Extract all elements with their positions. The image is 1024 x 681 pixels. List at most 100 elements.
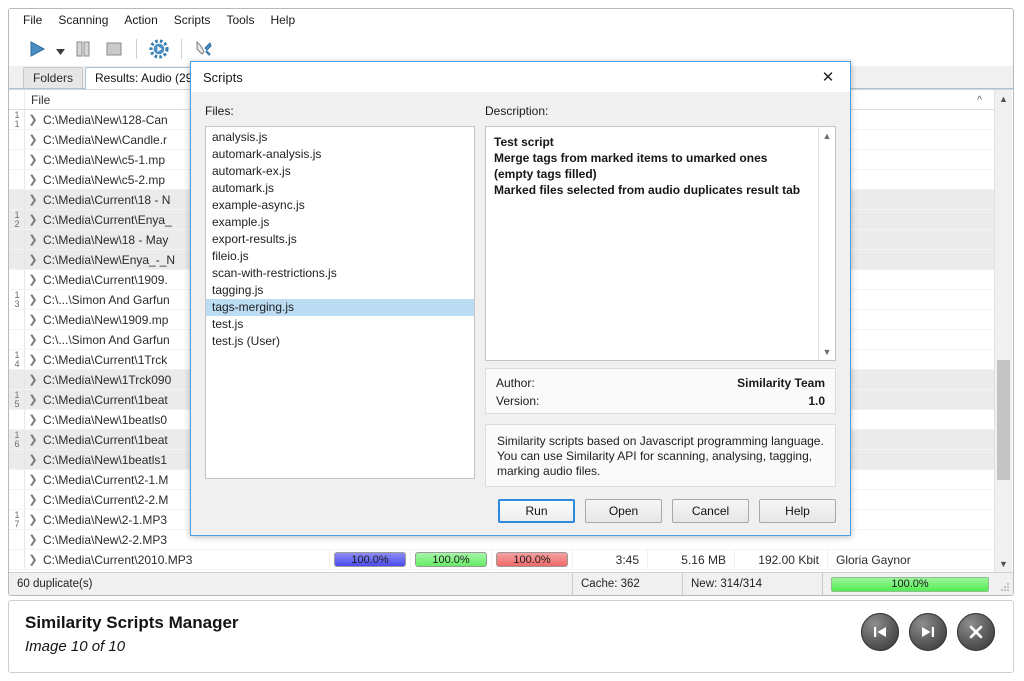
scroll-down-icon[interactable]: ▼ <box>995 555 1012 572</box>
list-item[interactable]: example-async.js <box>206 197 474 214</box>
row-gutter <box>9 170 25 189</box>
expand-row-icon[interactable]: ❯ <box>25 153 41 166</box>
row-gutter <box>9 450 25 469</box>
expand-row-icon[interactable]: ❯ <box>25 433 41 446</box>
expand-row-icon[interactable]: ❯ <box>25 253 41 266</box>
list-item[interactable]: tags-merging.js <box>206 299 474 316</box>
scrollbar-thumb[interactable] <box>997 360 1010 480</box>
dialog-body: Files: analysis.js automark-analysis.js au… <box>191 92 850 535</box>
group-number: 16 <box>14 430 20 449</box>
play-icon <box>30 41 46 57</box>
list-item[interactable]: automark-ex.js <box>206 163 474 180</box>
expand-row-icon[interactable]: ❯ <box>25 373 41 386</box>
help-button[interactable]: Help <box>759 499 836 523</box>
previous-image-button[interactable] <box>861 613 899 651</box>
scroll-up-icon[interactable]: ▲ <box>995 90 1012 107</box>
application-screenshot: File Scanning Action Scripts Tools Help <box>8 8 1014 596</box>
description-box: Test script Merge tags from marked items … <box>485 126 836 361</box>
menu-action[interactable]: Action <box>124 11 168 29</box>
open-button[interactable]: Open <box>585 499 662 523</box>
list-item[interactable]: example.js <box>206 214 474 231</box>
expand-row-icon[interactable]: ❯ <box>25 553 41 566</box>
status-bar: 60 duplicate(s) Cache: 362 New: 314/314 … <box>9 572 1013 595</box>
expand-row-icon[interactable]: ❯ <box>25 513 41 526</box>
expand-row-icon[interactable]: ❯ <box>25 233 41 246</box>
tab-results-audio[interactable]: Results: Audio (29) <box>85 67 207 89</box>
next-image-button[interactable] <box>909 613 947 651</box>
menu-scanning[interactable]: Scanning <box>58 11 119 29</box>
expand-row-icon[interactable]: ❯ <box>25 453 41 466</box>
resize-grip-icon[interactable] <box>997 573 1013 595</box>
play-dropdown-button[interactable] <box>54 36 66 62</box>
author-label: Author: <box>496 376 535 390</box>
list-item[interactable]: analysis.js <box>206 129 474 146</box>
sort-ascending-icon: ^ <box>977 94 982 106</box>
expand-row-icon[interactable]: ❯ <box>25 393 41 406</box>
menu-tools[interactable]: Tools <box>226 11 265 29</box>
table-row[interactable]: ❯ C:\Media\Current\2010.MP3 100.0% 100.0% 10… <box>9 550 994 570</box>
expand-row-icon[interactable]: ❯ <box>25 413 41 426</box>
expand-row-icon[interactable]: ❯ <box>25 533 41 546</box>
pause-button[interactable] <box>69 36 97 62</box>
toolbar-separator-1 <box>136 39 137 59</box>
row-gutter: 12 <box>9 210 25 229</box>
caption-bar: Similarity Scripts Manager Image 10 of 1… <box>8 600 1014 673</box>
settings-button[interactable] <box>145 36 173 62</box>
description-scroll-up-icon[interactable]: ▲ <box>819 127 835 144</box>
list-item[interactable]: scan-with-restrictions.js <box>206 265 474 282</box>
close-icon[interactable]: ✕ <box>806 62 850 92</box>
expand-row-icon[interactable]: ❯ <box>25 173 41 186</box>
row-gutter <box>9 530 25 549</box>
row-gutter: 17 <box>9 510 25 529</box>
expand-row-icon[interactable]: ❯ <box>25 493 41 506</box>
list-item[interactable]: fileio.js <box>206 248 474 265</box>
dialog-title-bar: Scripts ✕ <box>191 62 850 92</box>
tab-folders[interactable]: Folders <box>23 67 84 88</box>
script-meta-box: Author: Similarity Team Version: 1.0 <box>485 368 836 414</box>
row-gutter <box>9 270 25 289</box>
expand-row-icon[interactable]: ❯ <box>25 293 41 306</box>
expand-row-icon[interactable]: ❯ <box>25 133 41 146</box>
list-item[interactable]: automark-analysis.js <box>206 146 474 163</box>
menu-scripts[interactable]: Scripts <box>174 11 222 29</box>
expand-row-icon[interactable]: ❯ <box>25 473 41 486</box>
close-viewer-button[interactable] <box>957 613 995 651</box>
menu-file[interactable]: File <box>23 11 53 29</box>
description-scroll-down-icon[interactable]: ▼ <box>819 343 835 360</box>
expand-row-icon[interactable]: ❯ <box>25 333 41 346</box>
list-item[interactable]: automark.js <box>206 180 474 197</box>
expand-row-icon[interactable]: ❯ <box>25 273 41 286</box>
group-number: 15 <box>14 390 20 409</box>
menu-help[interactable]: Help <box>270 11 306 29</box>
cell-file-path: C:\Media\Current\2010.MP3 <box>43 552 193 567</box>
dialog-title: Scripts <box>203 69 243 85</box>
author-row: Author: Similarity Team <box>496 374 825 392</box>
expand-row-icon[interactable]: ❯ <box>25 353 41 366</box>
expand-row-icon[interactable]: ❯ <box>25 193 41 206</box>
play-button[interactable] <box>23 36 51 62</box>
pause-icon <box>76 41 90 57</box>
list-item[interactable]: tagging.js <box>206 282 474 299</box>
group-number: 11 <box>14 110 20 129</box>
row-gutter <box>9 310 25 329</box>
description-scrollbar[interactable]: ▲ ▼ <box>818 127 835 360</box>
list-item[interactable]: test.js <box>206 316 474 333</box>
list-item[interactable]: test.js (User) <box>206 333 474 350</box>
version-label: Version: <box>496 394 540 408</box>
grid-vertical-scrollbar[interactable]: ▲ ▼ <box>994 90 1012 572</box>
grid-header-gutter <box>9 90 25 109</box>
group-number: 13 <box>14 290 20 309</box>
tools-button[interactable] <box>190 36 218 62</box>
cancel-button[interactable]: Cancel <box>672 499 749 523</box>
run-button[interactable]: Run <box>498 499 575 523</box>
files-listbox[interactable]: analysis.js automark-analysis.js automark-… <box>205 126 475 479</box>
expand-row-icon[interactable]: ❯ <box>25 213 41 226</box>
description-line: Marked files selected from audio duplica… <box>494 183 801 197</box>
row-gutter <box>9 250 25 269</box>
expand-row-icon[interactable]: ❯ <box>25 113 41 126</box>
expand-row-icon[interactable]: ❯ <box>25 313 41 326</box>
row-gutter: 16 <box>9 430 25 449</box>
scripts-dialog: Scripts ✕ Files: analysis.js automark-ana… <box>190 61 851 536</box>
list-item[interactable]: export-results.js <box>206 231 474 248</box>
stop-button[interactable] <box>100 36 128 62</box>
